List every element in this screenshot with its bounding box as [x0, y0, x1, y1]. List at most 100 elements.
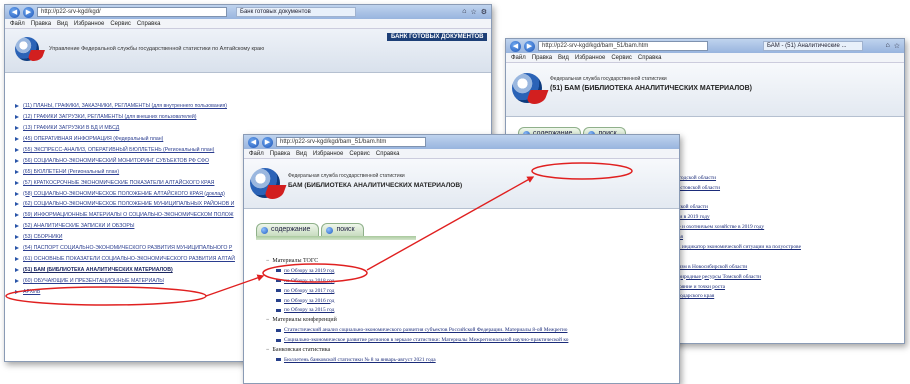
- report-link[interactable]: АРХИВ: [15, 286, 235, 297]
- menu-tools[interactable]: Сервис: [611, 53, 632, 62]
- tree-category-label: Банковская статистика: [272, 346, 331, 353]
- browser-window-bam: ◀ ▶ http://p22-srv-kgd/kgd/bam_51/bam.ht…: [243, 134, 680, 384]
- report-link[interactable]: (61) ОСНОВНЫЕ ПОКАЗАТЕЛИ СОЦИАЛЬНО-ЭКОНО…: [15, 253, 235, 264]
- menu-view[interactable]: Вид: [558, 53, 569, 62]
- report-link[interactable]: (58) СОЦИАЛЬНО-ЭКОНОМИЧЕСКОЕ ПОЛОЖЕНИЕ А…: [15, 188, 235, 199]
- report-link[interactable]: (59) ИНФОРМАЦИОННЫЕ МАТЕРИАЛЫ О СОЦИАЛЬН…: [15, 210, 235, 221]
- bank-docs-button[interactable]: БАНК ГОТОВЫХ ДОКУМЕНТОВ: [387, 33, 488, 41]
- report-link[interactable]: (60) ОБУЧАЮЩИЕ И ПРЕЗЕНТАЦИОННЫЕ МАТЕРИА…: [15, 275, 235, 286]
- report-link-label: (52) АНАЛИТИЧЕСКИЕ ЗАПИСКИ И ОБЗОРЫ: [23, 223, 135, 230]
- menu-favorites[interactable]: Избранное: [313, 149, 343, 158]
- report-link-label: (56) СОЦИАЛЬНО-ЭКОНОМИЧЕСКИЙ МОНИТОРИНГ …: [23, 157, 209, 164]
- report-link-label: (45) ОПЕРАТИВНАЯ ИНФОРМАЦИЯ (Федеральный…: [23, 136, 164, 143]
- report-link[interactable]: (65) БЮЛЛЕТЕНИ (Региональный план): [15, 166, 235, 177]
- menu-view[interactable]: Вид: [296, 149, 307, 158]
- tree-item-link[interactable]: Бюллетень банковской статистики № 8 за я…: [266, 355, 568, 365]
- star-icon[interactable]: ☆: [894, 42, 900, 50]
- tab-icon: [326, 226, 334, 234]
- report-link-label: (58) СОЦИАЛЬНО-ЭКОНОМИЧЕСКОЕ ПОЛОЖЕНИЕ А…: [23, 190, 225, 197]
- tree-item-label: Бюллетень банковской статистики № 8 за я…: [284, 356, 436, 363]
- gear-icon[interactable]: ⚙: [481, 8, 487, 16]
- window-controls: ⌂ ☆: [885, 42, 900, 50]
- triangle-bullet-icon: [15, 289, 19, 294]
- tree-item-link[interactable]: по Обзору за 2017 год: [266, 286, 568, 296]
- title-bar: ◀ ▶ http://p22-srv-kgd/kgd/ Банк готовых…: [5, 5, 491, 19]
- site-banner: Управление Федеральной службы государств…: [5, 29, 491, 73]
- browser-tab[interactable]: Банк готовых документов: [236, 7, 356, 17]
- menu-tools[interactable]: Сервис: [349, 149, 370, 158]
- triangle-bullet-icon: [15, 224, 19, 229]
- forward-icon[interactable]: ▶: [524, 40, 535, 52]
- book-icon: [276, 289, 281, 293]
- tree-category[interactable]: Материалы ТОГС: [266, 256, 568, 266]
- tab-label: содержание: [271, 226, 311, 233]
- report-link-label: (60) ОБУЧАЮЩИЕ И ПРЕЗЕНТАЦИОННЫЕ МАТЕРИА…: [23, 277, 164, 284]
- report-link[interactable]: (11) ПЛАНЫ, ГРАФИКИ, ЗАКАЗЧИКИ, РЕГЛАМЕН…: [15, 101, 235, 112]
- report-link[interactable]: (45) ОПЕРАТИВНАЯ ИНФОРМАЦИЯ (Федеральный…: [15, 134, 235, 145]
- address-bar[interactable]: http://p22-srv-kgd/kgd/bam_51/bam.htm: [276, 137, 426, 147]
- report-link-label: АРХИВ: [23, 288, 41, 295]
- triangle-bullet-icon: [15, 169, 19, 174]
- report-link[interactable]: (55) ЭКСПРЕСС-АНАЛИЗ, ОПЕРАТИВНЫЙ БЮЛЛЕТ…: [15, 145, 235, 156]
- menu-bar: Файл Правка Вид Избранное Сервис Справка: [506, 53, 904, 63]
- report-link-label: (57) КРАТКОСРОЧНЫЕ ЭКОНОМИЧЕСКИЕ ПОКАЗАТ…: [23, 179, 215, 186]
- report-link[interactable]: (13) ГРАФИКИ ЗАГРУЗКИ В БД И МБСД: [15, 123, 235, 134]
- book-icon: [276, 308, 281, 312]
- menu-help[interactable]: Справка: [137, 19, 161, 28]
- report-link[interactable]: (56) СОЦИАЛЬНО-ЭКОНОМИЧЕСКИЙ МОНИТОРИНГ …: [15, 155, 235, 166]
- report-link[interactable]: (53) СБОРНИКИ: [15, 232, 235, 243]
- tab-contents[interactable]: содержание: [256, 223, 320, 236]
- report-link-label: (62) СОЦИАЛЬНО-ЭКОНОМИЧЕСКОЕ ПОЛОЖЕНИЕ М…: [23, 201, 235, 208]
- report-link[interactable]: (57) КРАТКОСРОЧНЫЕ ЭКОНОМИЧЕСКИЕ ПОКАЗАТ…: [15, 177, 235, 188]
- menu-favorites[interactable]: Избранное: [74, 19, 104, 28]
- back-icon[interactable]: ◀: [510, 40, 521, 52]
- menu-edit[interactable]: Правка: [31, 19, 51, 28]
- tree-item-link[interactable]: Статистический анализ социально-экономич…: [266, 325, 568, 335]
- browser-tab[interactable]: БАМ - (51) Аналитические ...: [763, 41, 863, 51]
- address-bar[interactable]: http://p22-srv-kgd/kgd/bam_51/bam.htm: [538, 41, 708, 51]
- menu-tools[interactable]: Сервис: [110, 19, 131, 28]
- menu-file[interactable]: Файл: [511, 53, 526, 62]
- report-link-label: (13) ГРАФИКИ ЗАГРУЗКИ В БД И МБСД: [23, 125, 120, 132]
- report-link[interactable]: (52) АНАЛИТИЧЕСКИЕ ЗАПИСКИ И ОБЗОРЫ: [15, 221, 235, 232]
- address-bar[interactable]: http://p22-srv-kgd/kgd/: [37, 7, 227, 17]
- report-link[interactable]: (12) ГРАФИКИ ЗАГРУЗКИ, РЕГЛАМЕНТЫ (для в…: [15, 112, 235, 123]
- tab-divider: [256, 236, 416, 240]
- menu-favorites[interactable]: Избранное: [575, 53, 605, 62]
- menu-file[interactable]: Файл: [10, 19, 25, 28]
- tree-category[interactable]: Материалы конференций: [266, 315, 568, 325]
- menu-file[interactable]: Файл: [249, 149, 264, 158]
- home-icon[interactable]: ⌂: [462, 8, 466, 16]
- tree-item-link[interactable]: Социально-экономическое развитие регионо…: [266, 335, 568, 345]
- report-link[interactable]: (62) СОЦИАЛЬНО-ЭКОНОМИЧЕСКОЕ ПОЛОЖЕНИЕ М…: [15, 199, 235, 210]
- triangle-bullet-icon: [15, 256, 19, 261]
- menu-help[interactable]: Справка: [638, 53, 662, 62]
- back-icon[interactable]: ◀: [248, 136, 259, 148]
- menu-edit[interactable]: Правка: [270, 149, 290, 158]
- triangle-bullet-icon: [15, 213, 19, 218]
- tree-item-link[interactable]: по Обзору за 2016 год: [266, 296, 568, 306]
- tree-category[interactable]: Банковская статистика: [266, 345, 568, 355]
- forward-icon[interactable]: ▶: [23, 6, 34, 18]
- menu-help[interactable]: Справка: [376, 149, 400, 158]
- content-tabs: содержание поиск: [256, 223, 364, 236]
- star-icon[interactable]: ☆: [470, 8, 476, 16]
- triangle-bullet-icon: [15, 202, 19, 207]
- home-icon[interactable]: ⌂: [885, 42, 889, 50]
- tree-item-link[interactable]: по Обзору за 2015 год: [266, 305, 568, 315]
- tab-search[interactable]: поиск: [321, 223, 364, 236]
- tree-item-link[interactable]: по Обзору за 2019 год: [266, 266, 568, 276]
- forward-icon[interactable]: ▶: [262, 136, 273, 148]
- title-bar: ◀ ▶ http://p22-srv-kgd/kgd/bam_51/bam.ht…: [244, 135, 679, 149]
- back-icon[interactable]: ◀: [9, 6, 20, 18]
- report-link-label: (11) ПЛАНЫ, ГРАФИКИ, ЗАКАЗЧИКИ, РЕГЛАМЕН…: [23, 103, 228, 110]
- tree-item-link[interactable]: по Обзору за 2018 год: [266, 276, 568, 286]
- tree-category-label: Материалы ТОГС: [272, 257, 319, 264]
- menu-edit[interactable]: Правка: [532, 53, 552, 62]
- menu-view[interactable]: Вид: [57, 19, 68, 28]
- report-link-label: (59) ИНФОРМАЦИОННЫЕ МАТЕРИАЛЫ О СОЦИАЛЬН…: [23, 212, 234, 219]
- tree-item-label: по Обзору за 2017 год: [284, 287, 335, 294]
- report-link-label: (65) БЮЛЛЕТЕНИ (Региональный план): [23, 168, 120, 175]
- report-link[interactable]: (51) БАМ (БИБЛИОТЕКА АНАЛИТИЧЕСКИХ МАТЕР…: [15, 264, 235, 275]
- report-link[interactable]: (54) ПАСПОРТ СОЦИАЛЬНО-ЭКОНОМИЧЕСКОГО РА…: [15, 243, 235, 254]
